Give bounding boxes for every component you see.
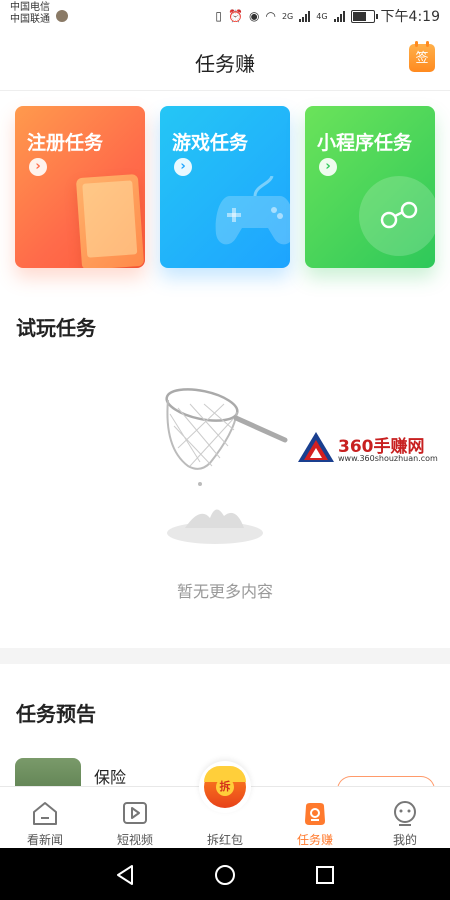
nav-label: 短视频 xyxy=(116,833,153,847)
carrier-1: 中国电信 xyxy=(10,2,50,13)
status-bar: 中国电信 中国联通 ▯ ⏰ ◉ ◠ 2G 4G 下午4:19 xyxy=(0,0,450,32)
section-divider xyxy=(0,648,450,664)
system-nav-bar xyxy=(0,848,450,900)
nav-item-me[interactable]: 我的 xyxy=(360,787,450,849)
notification-icon xyxy=(56,10,68,22)
signal-icon-2 xyxy=(333,10,345,22)
red-packet-bubble: 拆 xyxy=(199,761,251,813)
nav-item-red-packet[interactable]: 拆 拆红包 xyxy=(180,761,270,849)
app-header: 任务赚 签 xyxy=(0,32,450,91)
miniapp-task-card[interactable]: 小程序任务 › xyxy=(305,106,435,268)
triangle-logo-icon xyxy=(298,432,334,462)
phone-illustration-icon xyxy=(75,173,145,268)
empty-state-text: 暂无更多内容 xyxy=(176,582,273,601)
carrier-2: 中国联通 xyxy=(10,14,50,25)
nav-item-tasks[interactable]: 任务赚 xyxy=(270,787,360,849)
nav-label: 拆红包 xyxy=(206,833,243,847)
profile-icon xyxy=(394,801,416,826)
card-title: 小程序任务 xyxy=(317,132,413,154)
nav-label: 看新闻 xyxy=(26,833,63,847)
vibrate-icon: ▯ xyxy=(215,9,223,23)
arrow-right-icon: › xyxy=(29,158,47,176)
home-icon xyxy=(33,802,57,825)
clock: 下午4:19 xyxy=(380,9,440,25)
gamepad-illustration-icon xyxy=(215,176,290,245)
card-title: 游戏任务 xyxy=(172,132,249,154)
carrier-info: 中国电信 中国联通 xyxy=(10,2,50,26)
watermark-url: www.360shouzhuan.com xyxy=(338,454,438,463)
nav-label-active: 任务赚 xyxy=(296,833,333,847)
empty-net-illustration-icon xyxy=(165,388,288,544)
sign-in-button[interactable]: 签 xyxy=(409,41,435,72)
card-title: 注册任务 xyxy=(27,132,104,154)
network-4g-label: 4G xyxy=(316,11,328,21)
status-icons: ▯ ⏰ ◉ ◠ 2G 4G 下午4:19 xyxy=(215,6,440,26)
preview-section-title: 任务预告 xyxy=(16,702,96,726)
home-circle-icon[interactable] xyxy=(214,864,236,886)
bottom-nav: 看新闻 短视频 拆 拆红包 任务赚 我的 xyxy=(0,761,450,849)
eye-icon: ◉ xyxy=(248,9,260,23)
preview-item-name[interactable]: 保险 xyxy=(94,764,126,788)
nav-item-news[interactable]: 看新闻 xyxy=(0,787,90,849)
nav-item-videos[interactable]: 短视频 xyxy=(90,787,180,849)
recents-icon[interactable] xyxy=(314,864,336,886)
red-packet-badge: 拆 xyxy=(216,778,234,796)
arrow-right-icon: › xyxy=(174,158,192,176)
nav-label: 我的 xyxy=(392,833,417,847)
video-icon xyxy=(123,802,147,824)
register-task-card[interactable]: 注册任务 › xyxy=(15,106,145,268)
back-icon[interactable] xyxy=(114,864,136,886)
miniapp-illustration-icon xyxy=(359,176,435,256)
signal-icon xyxy=(299,10,311,22)
trial-section-title: 试玩任务 xyxy=(16,316,96,340)
network-2g-label: 2G xyxy=(281,11,294,21)
sign-in-label: 签 xyxy=(415,51,429,66)
wifi-icon: ◠ xyxy=(265,9,276,23)
battery-icon xyxy=(350,9,378,23)
arrow-right-icon: › xyxy=(319,158,337,176)
page-title: 任务赚 xyxy=(195,52,255,76)
red-packet-icon: 拆 xyxy=(204,766,246,808)
task-bag-icon xyxy=(305,803,325,825)
game-task-card[interactable]: 游戏任务 › xyxy=(160,106,290,268)
alarm-icon: ⏰ xyxy=(228,9,243,23)
